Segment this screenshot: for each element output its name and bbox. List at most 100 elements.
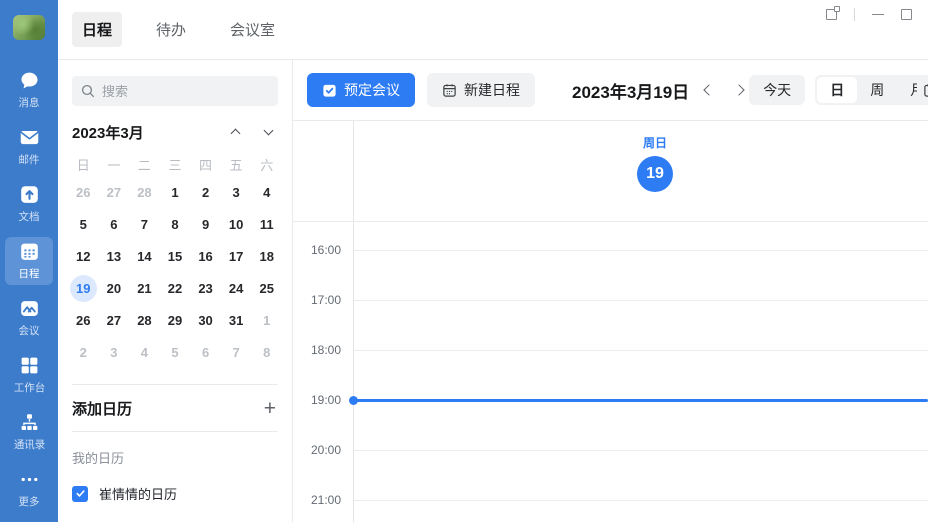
mini-calendar-day-number: 24 <box>223 275 250 302</box>
mini-calendar-day[interactable]: 4 <box>129 336 160 368</box>
mini-calendar-day[interactable]: 17 <box>221 240 252 272</box>
mini-calendar-day[interactable]: 3 <box>221 176 252 208</box>
mini-calendar-day-number: 5 <box>161 339 188 366</box>
avatar[interactable] <box>13 15 45 40</box>
header-tab[interactable]: 待办 <box>146 12 196 47</box>
mini-calendar-day[interactable]: 31 <box>221 304 252 336</box>
mini-calendar-day-number: 28 <box>131 307 158 334</box>
weekday-header: 六 <box>251 152 282 176</box>
mini-calendar-day[interactable]: 8 <box>251 336 282 368</box>
maximize-button[interactable] <box>901 9 912 20</box>
mini-calendar-day-number: 6 <box>192 339 219 366</box>
header-tab[interactable]: 会议室 <box>220 12 285 47</box>
mini-calendar-day[interactable]: 6 <box>190 336 221 368</box>
sidebar-item-label: 文档 <box>19 208 40 223</box>
mini-calendar-day[interactable]: 15 <box>160 240 191 272</box>
mini-calendar-day[interactable]: 24 <box>221 272 252 304</box>
sidebar-item-meeting[interactable]: 会议 <box>5 294 53 342</box>
view-segment[interactable]: 周 <box>857 77 897 103</box>
mini-calendar-day[interactable]: 18 <box>251 240 282 272</box>
sidebar-item-mail[interactable]: 邮件 <box>5 123 53 171</box>
my-calendars-label: 我的日历 <box>72 448 278 467</box>
sidebar-item-calendar[interactable]: 日程 <box>5 237 53 285</box>
mini-calendar-day[interactable]: 30 <box>190 304 221 336</box>
view-segment[interactable]: 日 <box>817 77 857 103</box>
mini-calendar-day[interactable]: 9 <box>190 208 221 240</box>
mini-calendar-day[interactable]: 16 <box>190 240 221 272</box>
mini-calendar-day-number: 7 <box>131 211 158 238</box>
mini-calendar-day[interactable]: 27 <box>99 304 130 336</box>
mini-calendar-day[interactable]: 6 <box>99 208 130 240</box>
add-calendar-row[interactable]: 添加日历 + <box>58 385 292 431</box>
mini-calendar-day[interactable]: 3 <box>99 336 130 368</box>
workbench-icon <box>19 355 40 376</box>
mini-calendar-day[interactable]: 27 <box>99 176 130 208</box>
schedule-list-button[interactable] <box>917 75 928 105</box>
mini-calendar-day[interactable]: 4 <box>251 176 282 208</box>
mini-calendar-day[interactable]: 1 <box>160 176 191 208</box>
mini-calendar-day[interactable]: 7 <box>129 208 160 240</box>
mini-calendar-day[interactable]: 26 <box>68 304 99 336</box>
next-day-button[interactable] <box>729 80 749 100</box>
mini-calendar-day[interactable]: 22 <box>160 272 191 304</box>
today-button[interactable]: 今天 <box>749 75 805 105</box>
search-box[interactable] <box>72 76 278 106</box>
mini-calendar-day[interactable]: 10 <box>221 208 252 240</box>
sidebar-item-more[interactable]: 更多 <box>5 465 53 513</box>
mini-calendar-day[interactable]: 5 <box>160 336 191 368</box>
mini-calendar-day-number: 6 <box>100 211 127 238</box>
calendar-list: 崔情情的日历 <box>58 484 292 503</box>
mini-calendar-day[interactable]: 19 <box>68 272 99 304</box>
mini-calendar-prev-button[interactable] <box>230 125 241 139</box>
mini-calendar-selected-day: 19 <box>70 275 97 302</box>
calendar-list-item[interactable]: 崔情情的日历 <box>72 484 278 503</box>
mini-calendar-day[interactable]: 21 <box>129 272 160 304</box>
mini-calendar-day[interactable]: 1 <box>251 304 282 336</box>
mini-calendar-day[interactable]: 13 <box>99 240 130 272</box>
mini-calendar-day[interactable]: 28 <box>129 304 160 336</box>
mini-calendar-day[interactable]: 8 <box>160 208 191 240</box>
prev-day-button[interactable] <box>699 80 719 100</box>
mini-calendar-day-number: 29 <box>161 307 188 334</box>
mini-calendar-day[interactable]: 28 <box>129 176 160 208</box>
mini-calendar-next-button[interactable] <box>263 125 274 139</box>
book-meeting-button[interactable]: 预定会议 <box>307 73 415 107</box>
sidebar-item-workbench[interactable]: 工作台 <box>5 351 53 399</box>
minimize-button[interactable] <box>872 14 884 16</box>
mini-calendar-day[interactable]: 14 <box>129 240 160 272</box>
mini-calendar-day[interactable]: 11 <box>251 208 282 240</box>
mini-calendar-day[interactable]: 23 <box>190 272 221 304</box>
new-event-button[interactable]: 新建日程 <box>427 73 535 107</box>
plus-icon[interactable]: + <box>264 398 276 419</box>
mini-calendar-day[interactable]: 7 <box>221 336 252 368</box>
day-grid[interactable]: 21:0020:0019:0018:0017:0016:00 <box>293 222 928 522</box>
mini-calendar-day[interactable]: 26 <box>68 176 99 208</box>
mini-calendar-day[interactable]: 12 <box>68 240 99 272</box>
mini-calendar-day[interactable]: 2 <box>190 176 221 208</box>
sidebar-item-doc[interactable]: 文档 <box>5 180 53 228</box>
sidebar-item-label: 通讯录 <box>13 436 44 451</box>
sidebar-item-message[interactable]: 消息 <box>5 66 53 114</box>
search-input[interactable] <box>102 84 269 99</box>
mini-calendar-day[interactable]: 2 <box>68 336 99 368</box>
sidebar-item-label: 会议 <box>19 322 40 337</box>
mini-calendar-day[interactable]: 20 <box>99 272 130 304</box>
selected-day-badge[interactable]: 19 <box>637 156 673 192</box>
popout-icon[interactable] <box>826 9 837 20</box>
time-label: 17:00 <box>293 292 341 308</box>
divider <box>72 431 278 432</box>
day-view: 预定会议 新建日程 2023年3月19日 今天 日周月 <box>293 60 928 522</box>
date-title: 2023年3月19日 <box>572 78 689 103</box>
sidebar-item-contacts[interactable]: 通讯录 <box>5 408 53 456</box>
day-header: 周日 19 <box>293 121 928 222</box>
time-label: 19:00 <box>293 392 341 408</box>
content: 日程待办会议室 2023年3月 <box>58 0 928 522</box>
mini-calendar-day-number: 26 <box>70 179 97 206</box>
calendar-checkbox[interactable] <box>72 486 88 502</box>
mini-calendar-day[interactable]: 25 <box>251 272 282 304</box>
mini-calendar-day[interactable]: 5 <box>68 208 99 240</box>
mini-calendar-day-number: 16 <box>192 243 219 270</box>
contacts-icon <box>19 412 40 433</box>
header-tab[interactable]: 日程 <box>72 12 122 47</box>
mini-calendar-day[interactable]: 29 <box>160 304 191 336</box>
